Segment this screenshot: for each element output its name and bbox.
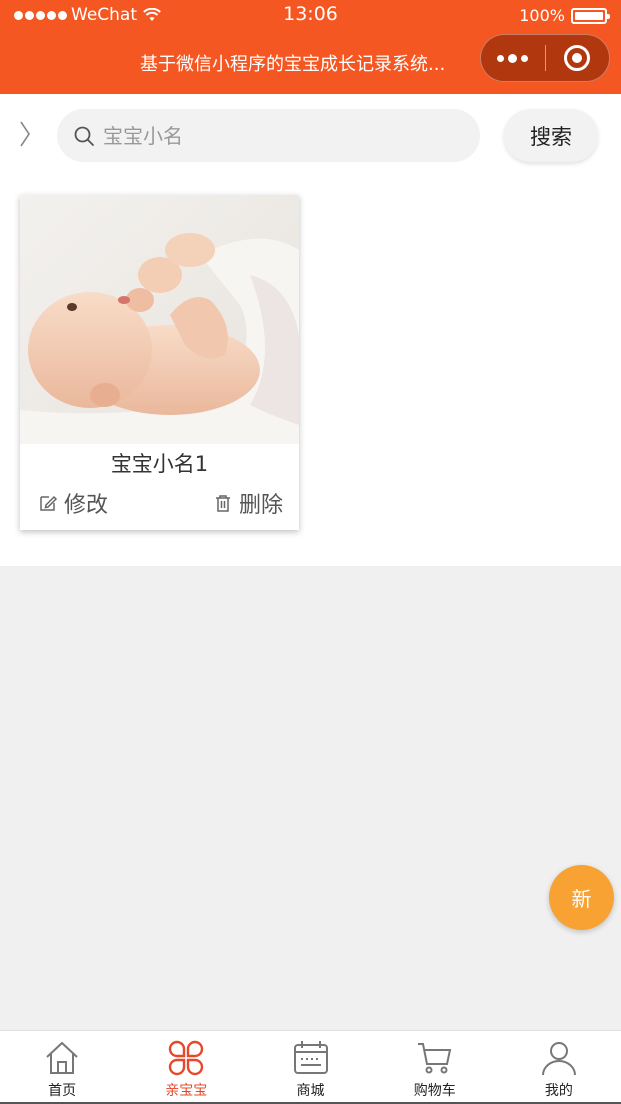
battery-status: 100% [519,6,610,25]
baby-card[interactable]: 宝宝小名1 修改 删除 [20,195,299,530]
cart-icon [417,1043,451,1074]
tab-store[interactable]: 商城 [248,1031,372,1104]
search-icon [74,126,94,146]
delete-label: 删除 [238,493,283,518]
delete-button[interactable]: 删除 [213,487,283,519]
status-bar: WeChat 13:06 100% [0,0,621,30]
target-icon [564,45,591,71]
add-baby-button[interactable]: 新 [549,865,614,930]
clover-icon [169,1040,204,1076]
more-button[interactable] [481,35,545,81]
edit-icon [40,495,58,511]
tab-profile[interactable]: 我的 [497,1031,621,1104]
app-header: WeChat 13:06 100% 基于微信小程序的宝宝成长记录系统... [0,0,621,94]
tab-home[interactable]: 首页 [0,1031,124,1104]
home-icon [46,1041,78,1074]
tab-label: 商城 [296,1083,325,1099]
battery-icon [571,7,610,24]
tab-label: 购物车 [413,1083,456,1099]
tab-bar: 首页 亲宝宝 商城 购物车 我的 [0,1030,621,1104]
trash-icon [215,495,230,512]
more-dot-icon [497,54,505,62]
tab-label: 亲宝宝 [165,1083,208,1099]
user-icon [541,1042,576,1076]
search-input[interactable] [103,123,463,148]
more-dot-icon [521,54,529,62]
page-title: 基于微信小程序的宝宝成长记录系统... [140,54,446,75]
baby-photo [20,195,299,444]
tab-cart[interactable]: 购物车 [373,1031,497,1104]
search-box[interactable] [57,109,480,162]
mini-program-capsule [480,34,610,82]
close-button[interactable] [546,35,610,81]
tab-baby[interactable]: 亲宝宝 [124,1031,248,1104]
chevron-right-icon[interactable] [18,120,32,148]
battery-percent: 100% [519,6,565,25]
more-dot-icon [508,53,518,63]
baby-name: 宝宝小名1 [110,452,209,476]
tab-label: 首页 [48,1083,77,1099]
calendar-store-icon [293,1041,328,1074]
tab-label: 我的 [544,1083,573,1099]
edit-button[interactable]: 修改 [38,487,108,519]
edit-label: 修改 [64,493,109,518]
search-button[interactable]: 搜索 [504,109,598,162]
